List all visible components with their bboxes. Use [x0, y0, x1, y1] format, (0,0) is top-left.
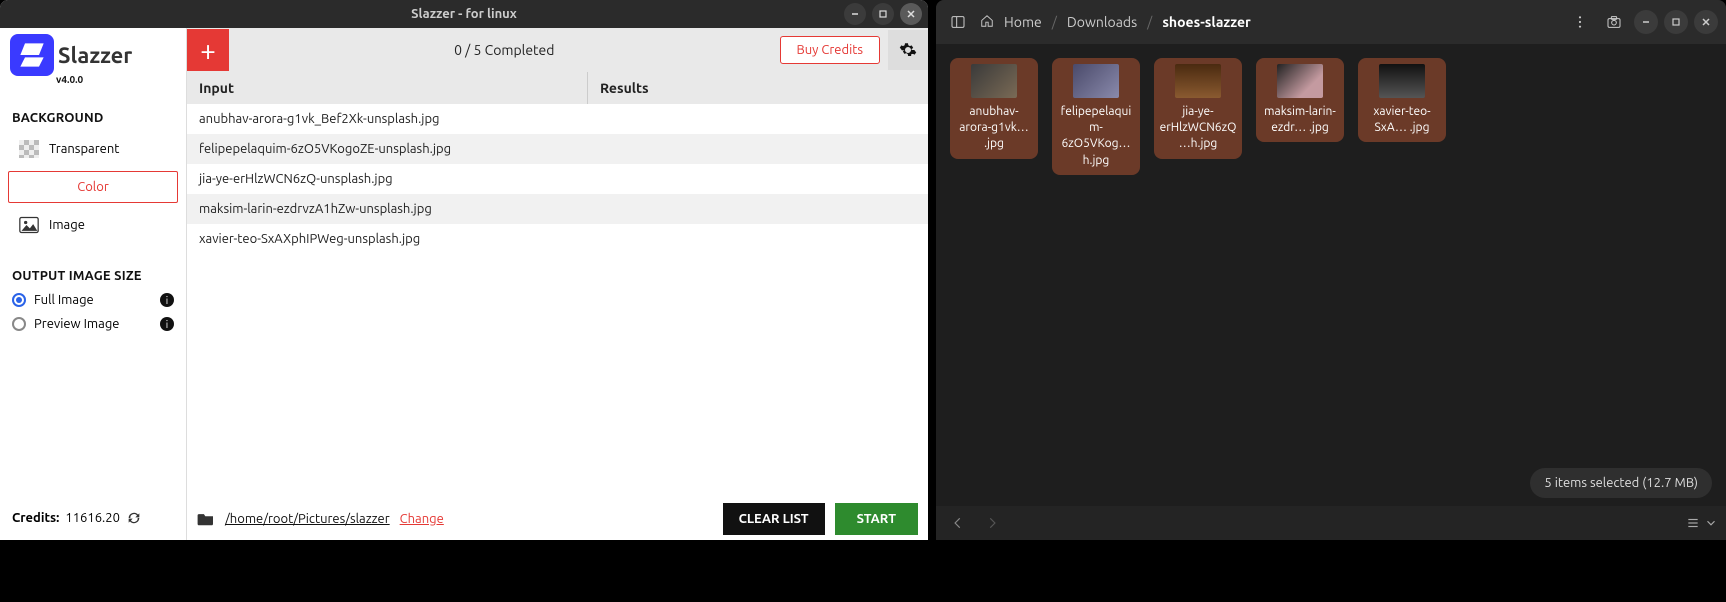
thumbnail-image	[971, 64, 1017, 98]
bg-option-label: Transparent	[49, 142, 119, 156]
file-row[interactable]: jia-ye-erHlzWCN6zQ-unsplash.jpg	[187, 164, 928, 194]
fm-status-bar: 5 items selected (12.7 MB)	[1530, 468, 1712, 498]
bg-option-label: Image	[49, 218, 85, 232]
bg-option-label: Color	[77, 180, 109, 194]
list-view-icon	[1686, 516, 1700, 530]
slazzer-main: + 0 / 5 Completed Buy Credits Input Resu…	[186, 28, 928, 540]
column-input-header: Input	[187, 72, 587, 104]
columns-header: Input Results	[187, 72, 928, 104]
sidebar-toggle-button[interactable]	[944, 8, 972, 36]
file-thumbnail[interactable]: xavier-teo-SxA… .jpg	[1358, 58, 1446, 142]
credits-label: Credits:	[12, 511, 59, 525]
add-files-button[interactable]: +	[187, 29, 229, 71]
close-button[interactable]	[900, 3, 922, 25]
chevron-down-icon	[1704, 516, 1718, 530]
slazzer-window-title: Slazzer - for linux	[411, 7, 517, 21]
thumbnail-label: anubhav-arora-g1vk… .jpg	[954, 104, 1034, 153]
home-icon	[980, 14, 994, 31]
nav-forward-button[interactable]	[978, 509, 1006, 537]
breadcrumb-separator: /	[1052, 14, 1057, 30]
slazzer-titlebar: Slazzer - for linux	[0, 0, 928, 28]
thumbnail-label: xavier-teo-SxA… .jpg	[1362, 104, 1442, 136]
file-row[interactable]: anubhav-arora-g1vk_Bef2Xk-unsplash.jpg	[187, 104, 928, 134]
file-thumbnail[interactable]: anubhav-arora-g1vk… .jpg	[950, 58, 1038, 159]
size-option-full[interactable]: Full Image i	[12, 293, 174, 307]
thumbnail-image	[1175, 64, 1221, 98]
progress-text: 0 / 5 Completed	[229, 42, 780, 58]
transparent-icon	[19, 140, 39, 158]
output-path[interactable]: /home/root/Pictures/slazzer	[225, 512, 390, 526]
file-row[interactable]: xavier-teo-SxAXphIPWeg-unsplash.jpg	[187, 224, 928, 254]
size-option-preview[interactable]: Preview Image i	[12, 317, 174, 331]
slazzer-logo: Slazzer	[0, 32, 186, 78]
gear-icon	[899, 41, 917, 59]
radio-icon	[12, 293, 26, 307]
breadcrumb-downloads[interactable]: Downloads	[1067, 14, 1137, 30]
file-thumbnail[interactable]: jia-ye-erHlzWCN6zQ…h.jpg	[1154, 58, 1242, 159]
fm-body: anubhav-arora-g1vk… .jpg felipepelaquim-…	[936, 44, 1726, 506]
bg-option-color[interactable]: Color	[8, 171, 178, 203]
thumbnail-label: maksim-larin-ezdr… .jpg	[1260, 104, 1340, 136]
thumbnail-image	[1277, 64, 1323, 98]
radio-icon	[12, 317, 26, 331]
folder-icon	[197, 512, 215, 526]
slazzer-logo-text: Slazzer	[58, 43, 132, 68]
bg-option-transparent[interactable]: Transparent	[8, 131, 178, 167]
breadcrumb-home[interactable]: Home	[1004, 14, 1042, 30]
thumbnail-image	[1073, 64, 1119, 98]
file-row[interactable]: maksim-larin-ezdrvzA1hZw-unsplash.jpg	[187, 194, 928, 224]
thumbnail-label: jia-ye-erHlzWCN6zQ…h.jpg	[1158, 104, 1238, 153]
file-manager-window: Home / Downloads / shoes-slazzer anubhav…	[936, 0, 1726, 540]
fm-topbar: Home / Downloads / shoes-slazzer	[936, 0, 1726, 44]
info-icon[interactable]: i	[160, 317, 174, 331]
background-section-title: BACKGROUND	[0, 85, 186, 131]
camera-button[interactable]	[1600, 8, 1628, 36]
change-path-link[interactable]: Change	[400, 512, 444, 526]
file-thumbnail[interactable]: maksim-larin-ezdr… .jpg	[1256, 58, 1344, 142]
file-row[interactable]: felipepelaquim-6zO5VKogoZE-unsplash.jpg	[187, 134, 928, 164]
thumbnail-image	[1379, 64, 1425, 98]
minimize-button[interactable]	[844, 3, 866, 25]
breadcrumb: Home / Downloads / shoes-slazzer	[980, 14, 1558, 31]
fm-maximize-button[interactable]	[1664, 10, 1688, 34]
refresh-icon[interactable]	[126, 510, 142, 526]
output-size-title: OUTPUT IMAGE SIZE	[0, 243, 186, 289]
menu-button[interactable]	[1566, 8, 1594, 36]
nav-back-button[interactable]	[944, 509, 972, 537]
slazzer-bottom-bar: /home/root/Pictures/slazzer Change CLEAR…	[187, 498, 928, 540]
size-option-label: Full Image	[34, 293, 94, 307]
maximize-button[interactable]	[872, 3, 894, 25]
clear-list-button[interactable]: CLEAR LIST	[723, 503, 825, 535]
slazzer-version: v4.0.0	[0, 74, 186, 85]
slazzer-sidebar: Slazzer v4.0.0 BACKGROUND Transparent Co…	[0, 28, 186, 540]
slazzer-topbar: + 0 / 5 Completed Buy Credits	[187, 28, 928, 72]
bg-option-image[interactable]: Image	[8, 207, 178, 243]
fm-minimize-button[interactable]	[1634, 10, 1658, 34]
settings-button[interactable]	[888, 30, 928, 70]
fm-bottom-bar	[936, 506, 1726, 540]
size-option-label: Preview Image	[34, 317, 120, 331]
credits-display: Credits: 11616.20	[0, 496, 186, 540]
breadcrumb-separator: /	[1147, 14, 1152, 30]
info-icon[interactable]: i	[160, 293, 174, 307]
view-selector[interactable]	[1686, 516, 1718, 530]
slazzer-window-controls	[844, 3, 922, 25]
buy-credits-button[interactable]: Buy Credits	[780, 36, 880, 64]
file-list: anubhav-arora-g1vk_Bef2Xk-unsplash.jpg f…	[187, 104, 928, 498]
slazzer-window: Slazzer - for linux Slazzer v4.0.0 BACKG…	[0, 0, 928, 540]
slazzer-logo-icon	[10, 34, 54, 76]
fm-close-button[interactable]	[1694, 10, 1718, 34]
image-icon	[19, 216, 39, 234]
thumbnail-label: felipepelaquim-6zO5VKog…h.jpg	[1056, 104, 1136, 169]
file-thumbnail[interactable]: felipepelaquim-6zO5VKog…h.jpg	[1052, 58, 1140, 175]
column-results-header: Results	[587, 72, 928, 104]
credits-value: 11616.20	[65, 511, 120, 525]
start-button[interactable]: START	[835, 503, 918, 535]
breadcrumb-current[interactable]: shoes-slazzer	[1162, 14, 1250, 30]
